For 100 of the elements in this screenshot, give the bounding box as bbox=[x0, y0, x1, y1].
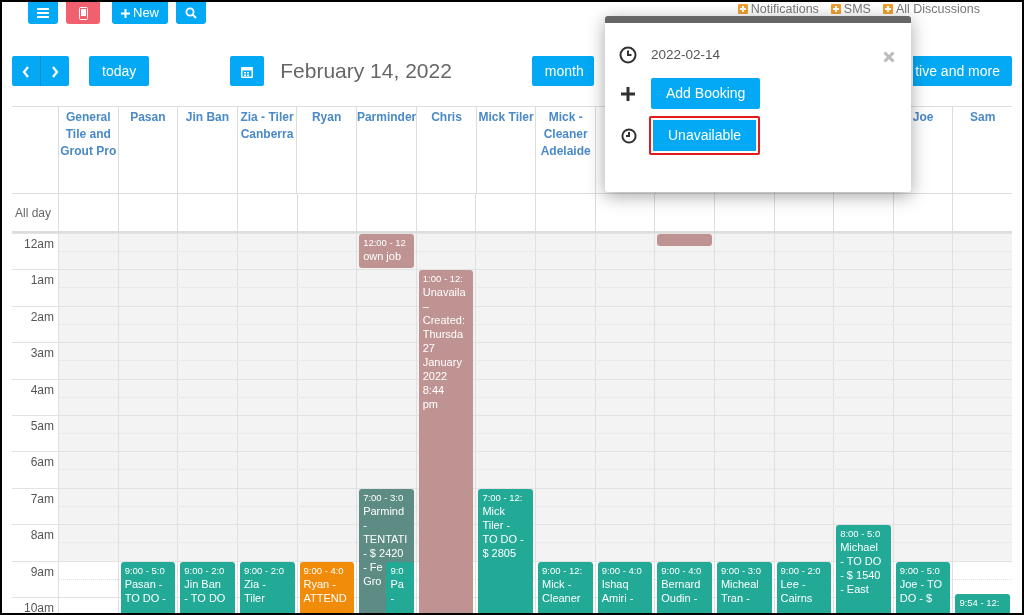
event-text: - $ 2420 bbox=[363, 545, 404, 560]
calendar-event[interactable]: 9:00 - 5:0 Pasan - TO DO - bbox=[120, 561, 176, 613]
close-icon bbox=[883, 50, 895, 63]
calendar-icon bbox=[241, 65, 254, 78]
event-text: Joe - TO bbox=[899, 576, 943, 591]
calendar-event[interactable]: 9:0 Pa - bbox=[386, 561, 414, 613]
event-time: 9:00 - 4:0 bbox=[303, 564, 345, 577]
search-button[interactable] bbox=[176, 2, 206, 24]
new-button[interactable]: New bbox=[112, 2, 168, 24]
event-text: Ishaq bbox=[601, 576, 629, 591]
event-time: 9:00 - 2:0 bbox=[243, 564, 285, 577]
add-booking-button[interactable]: Add Booking bbox=[651, 78, 761, 109]
clock-icon bbox=[621, 127, 637, 144]
clock-icon bbox=[619, 46, 637, 64]
alert-icon bbox=[830, 4, 841, 14]
next-button[interactable] bbox=[40, 56, 69, 86]
resource-name: General Tile and Grout Pro bbox=[60, 110, 117, 158]
calendar-event[interactable]: 9:00 - 2:0 Lee - Cairns bbox=[776, 561, 832, 613]
resource-name: Ryan bbox=[311, 110, 342, 124]
more-button[interactable]: tive and more bbox=[913, 56, 1012, 86]
event-text: 2022 bbox=[422, 369, 448, 384]
event-text: - bbox=[363, 517, 367, 532]
event-text: 27 bbox=[422, 341, 435, 356]
event-time: 1:00 - 12: bbox=[422, 273, 464, 286]
event-text: Tiler bbox=[243, 590, 265, 605]
calendar-event[interactable]: 9:54 - 12: bbox=[955, 594, 1010, 613]
calendar-event[interactable]: 9:00 - 5:0 Joe - TO DO - $ bbox=[895, 561, 951, 613]
menu-button[interactable] bbox=[28, 2, 58, 24]
calendar-event[interactable]: 7:00 - 12: Mick Tiler - TO DO - $ 2805 bbox=[478, 488, 533, 613]
top-link[interactable]: SMS bbox=[830, 2, 871, 16]
event-time: 9:00 - 2:0 bbox=[780, 564, 822, 577]
event-text: Pa bbox=[390, 576, 404, 591]
event-text: Gro bbox=[363, 573, 382, 588]
event-text: Parmind bbox=[363, 503, 405, 518]
calendar-event[interactable]: 9:00 - 3:0 Micheal Tran - bbox=[716, 561, 772, 613]
alert-icon bbox=[737, 4, 748, 14]
popover-date: 2022-02-14 bbox=[651, 45, 721, 64]
event-text: TO DO - bbox=[482, 531, 524, 546]
resource-name: Jin Ban bbox=[185, 110, 230, 124]
calendar-event[interactable]: 1:00 - 12: Unavaila – Created: Thursda 27 January 2022 8:44 pm bbox=[418, 270, 474, 613]
top-link[interactable]: Notifications bbox=[737, 2, 819, 16]
event-time: 9:00 - 5:0 bbox=[899, 564, 941, 577]
top-link[interactable]: All Discussions bbox=[882, 2, 980, 16]
calendar-event[interactable]: 9:00 - 2:0 Jin Ban - TO DO bbox=[180, 561, 235, 613]
event-time: 7:00 - 3:0 bbox=[363, 491, 405, 504]
resource-name: Mick - Cleaner Adelaide bbox=[540, 110, 591, 158]
plus-icon bbox=[621, 86, 635, 101]
event-text: pm bbox=[422, 397, 439, 412]
event-time: 9:00 - 4:0 bbox=[601, 564, 643, 577]
resource-name: Joe bbox=[912, 110, 934, 124]
calendar-event[interactable]: 9:00 - 12: Mick - Cleaner bbox=[538, 561, 593, 613]
event-text: Bernard bbox=[661, 576, 701, 591]
calendar-event[interactable]: 9:00 - 4:0 Bernard Oudin - bbox=[657, 561, 712, 613]
resource-name: Mick Tiler bbox=[478, 110, 534, 124]
resource-name: Parminder bbox=[356, 110, 417, 124]
event-text: Created: bbox=[422, 313, 465, 328]
event-time: 9:00 - 4:0 bbox=[661, 564, 703, 577]
event-time: 12:00 - 12 bbox=[363, 237, 407, 249]
phone-icon bbox=[78, 6, 88, 20]
event-text: DO - $ bbox=[899, 590, 933, 605]
event-time: 7:00 - 12: bbox=[482, 491, 524, 504]
event-text: - bbox=[390, 590, 395, 605]
event-text: January bbox=[422, 355, 462, 370]
event-text: ATTEND bbox=[303, 590, 347, 605]
event-text: - East bbox=[840, 582, 869, 597]
alert-icon bbox=[882, 4, 893, 14]
resource-name: Zia - Tiler Canberra bbox=[240, 110, 294, 141]
chevron-right-icon bbox=[51, 65, 59, 78]
calendar-event[interactable]: 12:00 - 12 own job bbox=[359, 234, 414, 268]
event-text: Zia - bbox=[243, 576, 266, 591]
event-text: $ 2805 bbox=[482, 545, 517, 560]
mobile-button[interactable] bbox=[66, 2, 100, 24]
all-day-label: All day bbox=[14, 204, 53, 222]
resource-name: Sam bbox=[970, 110, 996, 124]
calendar-event[interactable]: 9:00 - 2:0 Zia - Tiler bbox=[239, 561, 295, 613]
event-time: 9:00 - 12: bbox=[542, 564, 584, 577]
event-text: Jin Ban bbox=[184, 576, 221, 591]
event-text: - TO DO bbox=[184, 590, 226, 605]
resource-name: Chris bbox=[431, 110, 462, 124]
event-text: Oudin - bbox=[661, 590, 698, 605]
event-text: - $ 1540 bbox=[840, 568, 881, 583]
event-text: Tran - bbox=[720, 590, 750, 605]
today-button[interactable]: today bbox=[89, 56, 150, 86]
month-button[interactable]: month bbox=[531, 56, 594, 86]
event-text: Unavaila bbox=[422, 285, 466, 300]
event-text: Tiler - bbox=[482, 517, 511, 532]
previous-button[interactable] bbox=[12, 56, 40, 86]
calendar-button[interactable] bbox=[230, 56, 265, 86]
calendar-event[interactable]: 9:00 - 4:0 Ishaq Amiri - bbox=[597, 561, 653, 613]
calendar-event[interactable]: 9:00 - 4:0 Ryan - ATTEND bbox=[299, 561, 355, 613]
event-text: Lee - bbox=[780, 576, 806, 591]
event-text: TENTATI bbox=[363, 531, 408, 546]
unavailable-button[interactable]: Unavailable bbox=[649, 116, 761, 155]
date-title: February 14, 2022 bbox=[280, 58, 452, 85]
event-text: – bbox=[422, 299, 429, 314]
calendar-event[interactable]: 8:00 - 5:0 Michael - TO DO - $ 1540 - East bbox=[836, 525, 891, 613]
event-text: Cairns bbox=[780, 590, 813, 605]
event-time: 8:00 - 5:0 bbox=[840, 528, 882, 541]
plus-icon bbox=[121, 8, 130, 18]
event-text: Michael bbox=[840, 540, 879, 555]
